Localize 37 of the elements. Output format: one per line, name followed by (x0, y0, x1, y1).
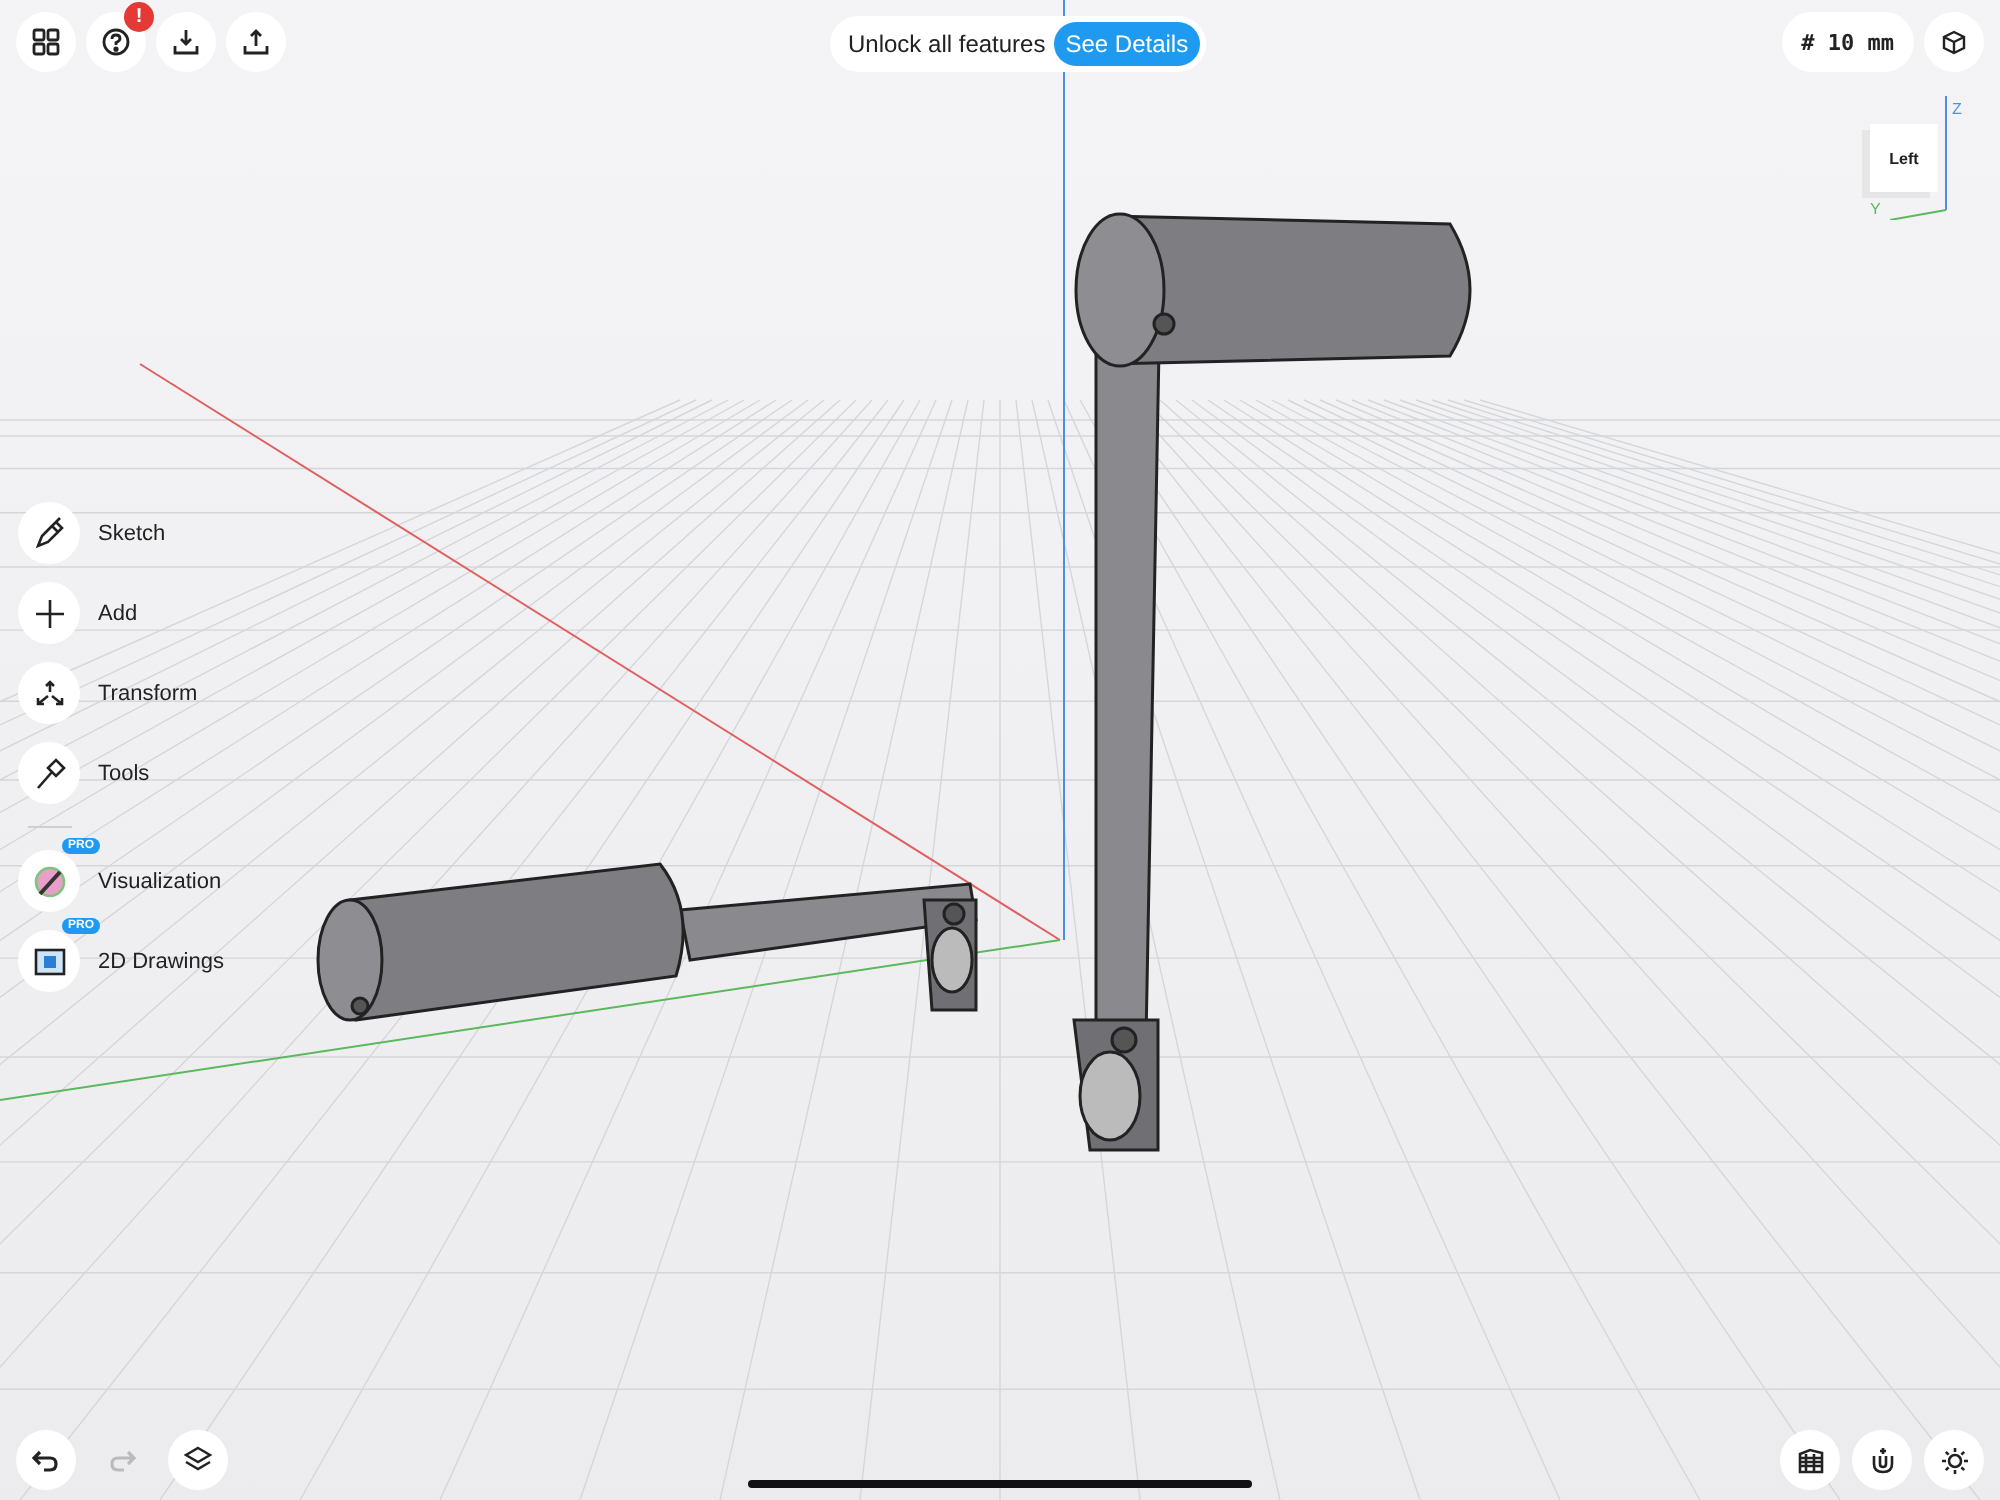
settings-button[interactable] (1924, 1430, 1984, 1490)
redo-icon (108, 1448, 136, 1472)
hammer-icon (31, 755, 67, 791)
z-axis-label: Z (1952, 100, 1962, 118)
help-icon (102, 28, 130, 56)
grid-icon (32, 28, 60, 56)
help-button[interactable] (86, 12, 146, 72)
plus-icon (31, 595, 67, 631)
notification-badge: ! (124, 2, 154, 32)
download-icon (172, 28, 200, 56)
upload-button[interactable] (226, 12, 286, 72)
tool-menu-item[interactable]: Transform (18, 662, 224, 724)
cube-icon (1940, 28, 1968, 56)
view-cube[interactable]: Left (1870, 124, 1938, 192)
promo-text: Unlock all features (848, 30, 1046, 58)
cube-face-label: Left (1889, 149, 1919, 167)
download-button[interactable] (156, 12, 216, 72)
apps-button[interactable] (16, 12, 76, 72)
magnet-icon (1867, 1445, 1897, 1475)
view-button[interactable] (1924, 12, 1984, 72)
tool-menu-item[interactable]: Tools (18, 742, 224, 804)
move-arrows-icon (31, 675, 67, 711)
snap-button[interactable] (1852, 1430, 1912, 1490)
undo-icon (32, 1448, 60, 1472)
hatched-box-icon (1795, 1445, 1825, 1475)
paintbrush-icon (31, 863, 67, 899)
pen-icon (31, 515, 67, 551)
undo-button[interactable] (16, 1430, 76, 1490)
material-button[interactable] (1780, 1430, 1840, 1490)
layers-icon (184, 1446, 212, 1474)
upload-icon (242, 28, 270, 56)
tool-menu-item[interactable]: Add (18, 582, 224, 644)
y-axis-label: Y (1870, 200, 1881, 218)
blueprint-icon (31, 943, 67, 979)
tool-menu-item[interactable]: Sketch (18, 502, 224, 564)
layers-button[interactable] (168, 1430, 228, 1490)
grid-size-button[interactable]: # 10 mm (1781, 12, 1914, 72)
